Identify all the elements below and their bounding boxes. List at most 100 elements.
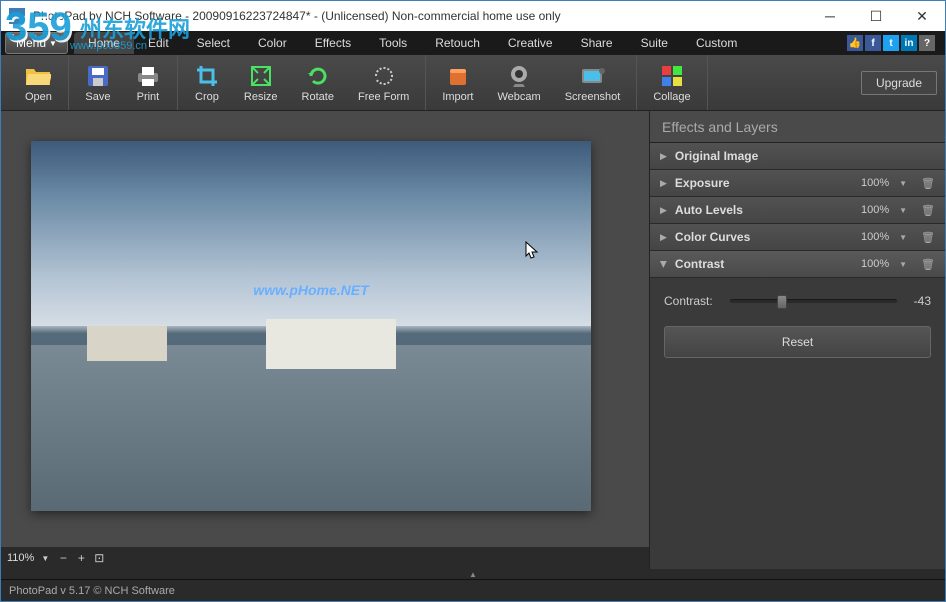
menu-retouch[interactable]: Retouch [421,32,494,54]
contrast-value: -43 [907,294,931,308]
help-icon[interactable]: ? [919,35,935,51]
layer-color-curves[interactable]: ▶ Color Curves 100% ▼ 🗑 [650,224,945,251]
resize-label: Resize [244,91,278,103]
tool-group-import: Import Webcam Screenshot [426,55,637,110]
menu-tools[interactable]: Tools [365,32,421,54]
screenshot-label: Screenshot [565,91,621,103]
thumbs-up-icon[interactable]: 👍 [847,35,863,51]
layer-label: Auto Levels [675,203,853,217]
rotate-icon [305,63,331,89]
layer-opacity: 100% [861,231,889,243]
window-title: PhotoPad by NCH Software - 2009091622372… [33,9,807,23]
upgrade-button[interactable]: Upgrade [861,71,937,95]
chevron-down-icon: ▶ [658,261,669,268]
screenshot-button[interactable]: Screenshot [553,55,633,110]
menu-effects[interactable]: Effects [301,32,365,54]
save-label: Save [85,91,110,103]
layer-label: Original Image [675,149,935,163]
resize-button[interactable]: Resize [232,55,290,110]
zoom-out-button[interactable]: − [56,551,70,565]
close-button[interactable]: ✕ [899,1,945,31]
menu-home[interactable]: Home [74,32,134,54]
freeform-button[interactable]: Free Form [346,55,421,110]
image-region-sky [31,141,591,326]
zoom-bar: 110% ▼ − + ⊡ [1,547,649,569]
chevron-down-icon[interactable]: ▼ [899,260,907,269]
slider-thumb[interactable] [777,295,787,309]
tool-group-edit: Crop Resize Rotate Free Form [178,55,426,110]
rotate-label: Rotate [302,91,334,103]
screenshot-icon [580,63,606,89]
crop-icon [194,63,220,89]
image-region-house2 [87,326,167,361]
menu-button[interactable]: Menu ▼ [5,32,68,54]
rotate-button[interactable]: Rotate [290,55,346,110]
chevron-down-icon[interactable]: ▼ [899,179,907,188]
delete-icon[interactable]: 🗑 [921,231,935,244]
webcam-icon [506,63,532,89]
import-label: Import [442,91,473,103]
delete-icon[interactable]: 🗑 [921,258,935,271]
delete-icon[interactable]: 🗑 [921,204,935,217]
layer-auto-levels[interactable]: ▶ Auto Levels 100% ▼ 🗑 [650,197,945,224]
crop-button[interactable]: Crop [182,55,232,110]
tool-group-file: Open [9,55,69,110]
social-icons: 👍 f t in ? [847,35,935,51]
maximize-button[interactable]: ☐ [853,1,899,31]
chevron-down-icon: ▼ [49,39,57,48]
collage-button[interactable]: Collage [641,55,702,110]
menu-custom[interactable]: Custom [682,32,751,54]
freeform-icon [371,63,397,89]
cursor-icon [525,241,539,266]
webcam-button[interactable]: Webcam [486,55,553,110]
import-button[interactable]: Import [430,55,485,110]
main-area: www.pHome.NET 110% ▼ − + ⊡ Effects and L… [1,111,945,569]
print-button[interactable]: Print [123,55,173,110]
zoom-in-button[interactable]: + [74,551,88,565]
contrast-controls: Contrast: -43 Reset [650,278,945,374]
layer-label: Color Curves [675,230,853,244]
chevron-down-icon[interactable]: ▼ [899,233,907,242]
menu-share[interactable]: Share [567,32,627,54]
print-label: Print [137,91,160,103]
collage-icon [659,63,685,89]
save-button[interactable]: Save [73,55,123,110]
menu-edit[interactable]: Edit [134,32,183,54]
chevron-right-icon: ▶ [660,205,667,216]
resize-icon [248,63,274,89]
status-text: PhotoPad v 5.17 © NCH Software [9,585,175,597]
layer-original-image[interactable]: ▶ Original Image [650,143,945,170]
tool-group-save: Save Print [69,55,178,110]
menu-button-label: Menu [16,36,46,50]
menu-color[interactable]: Color [244,32,301,54]
menu-select[interactable]: Select [183,32,244,54]
panel-collapse-handle[interactable]: ▲ [1,569,945,579]
tool-group-collage: Collage [637,55,707,110]
open-label: Open [25,91,52,103]
zoom-fit-button[interactable]: ⊡ [92,551,106,565]
layer-opacity: 100% [861,204,889,216]
twitter-icon[interactable]: t [883,35,899,51]
facebook-icon[interactable]: f [865,35,881,51]
chevron-right-icon: ▶ [660,178,667,189]
delete-icon[interactable]: 🗑 [921,177,935,190]
folder-open-icon [25,63,51,89]
menu-creative[interactable]: Creative [494,32,567,54]
linkedin-icon[interactable]: in [901,35,917,51]
minimize-button[interactable]: ─ [807,1,853,31]
canvas-viewport[interactable]: www.pHome.NET [1,111,649,547]
zoom-dropdown-icon[interactable]: ▼ [38,551,52,565]
titlebar: PhotoPad by NCH Software - 2009091622372… [1,1,945,31]
layer-exposure[interactable]: ▶ Exposure 100% ▼ 🗑 [650,170,945,197]
chevron-down-icon[interactable]: ▼ [899,206,907,215]
layer-contrast[interactable]: ▶ Contrast 100% ▼ 🗑 [650,251,945,278]
image-canvas[interactable]: www.pHome.NET [31,141,591,511]
contrast-slider[interactable] [730,299,897,303]
effects-panel: Effects and Layers ▶ Original Image ▶ Ex… [649,111,945,569]
menu-suite[interactable]: Suite [627,32,682,54]
open-button[interactable]: Open [13,55,64,110]
app-icon [9,8,25,24]
reset-button[interactable]: Reset [664,326,931,358]
toolbar: Open Save Print Crop Resize Rotate Free … [1,55,945,111]
layer-opacity: 100% [861,258,889,270]
